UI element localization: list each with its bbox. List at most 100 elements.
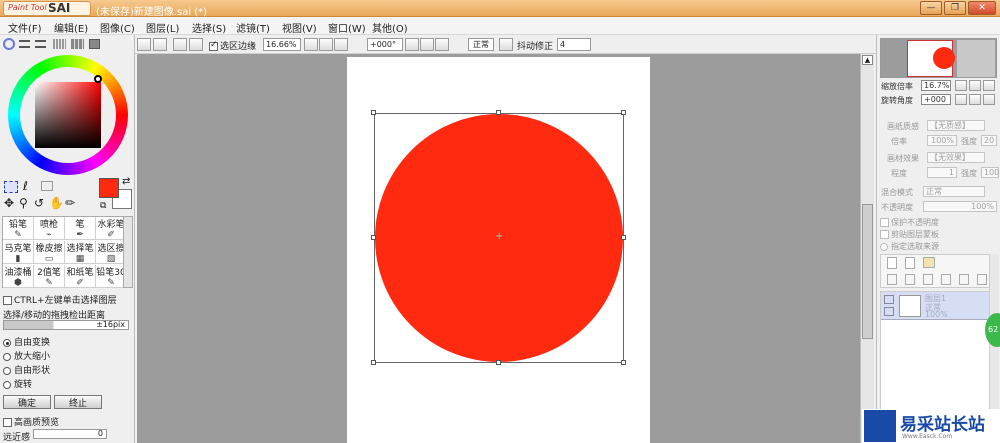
new-layer-icon[interactable] bbox=[887, 257, 897, 269]
blend-mode-field[interactable]: 正常 bbox=[468, 38, 494, 51]
hue-marker[interactable] bbox=[94, 75, 102, 83]
layer-row[interactable]: 图层1 正常 100% bbox=[881, 292, 996, 320]
selection-source-radio[interactable] bbox=[880, 242, 888, 251]
blend-mode-select[interactable]: 正常 bbox=[923, 186, 985, 197]
menu-other[interactable]: 其他(O) bbox=[372, 20, 408, 35]
redo-icon[interactable] bbox=[153, 38, 167, 51]
brush-select-pen[interactable]: 选择笔 ▦ bbox=[65, 241, 96, 264]
zoom-reset-icon[interactable] bbox=[334, 38, 348, 51]
ctrl-click-option[interactable]: CTRL+左键单击选择图层 bbox=[3, 293, 117, 306]
transform-handle-top[interactable] bbox=[496, 110, 501, 115]
zoom-field[interactable]: 16.66% bbox=[263, 38, 301, 51]
brush-grid-scrollbar[interactable] bbox=[123, 216, 133, 288]
color-wheel-tab-icon[interactable] bbox=[3, 38, 15, 50]
scale-value[interactable]: 100% bbox=[927, 135, 957, 146]
brush-pencil[interactable]: 铅笔 ✎ bbox=[3, 217, 34, 240]
canvas-vertical-scrollbar[interactable]: ▲ bbox=[860, 54, 874, 443]
rotate-reset-icon[interactable] bbox=[435, 38, 449, 51]
brush-washi[interactable]: 和纸笔 ✐ bbox=[65, 265, 96, 288]
menu-layer[interactable]: 图层(L) bbox=[146, 20, 179, 35]
menu-view[interactable]: 视图(V) bbox=[282, 20, 317, 35]
new-linework-layer-icon[interactable] bbox=[905, 257, 915, 269]
nav-zoom-reset-icon[interactable] bbox=[983, 80, 995, 91]
undo-icon[interactable] bbox=[137, 38, 151, 51]
rotate-right-icon[interactable] bbox=[420, 38, 434, 51]
flip-icon[interactable] bbox=[499, 38, 513, 51]
paper-texture-select[interactable]: 【无质感】 bbox=[927, 120, 985, 131]
transform-handle-right[interactable] bbox=[621, 235, 626, 240]
nav-zoom-out-icon[interactable] bbox=[955, 80, 967, 91]
new-folder-icon[interactable] bbox=[923, 257, 935, 268]
menu-window[interactable]: 窗口(W) bbox=[328, 20, 366, 35]
saturation-value-square[interactable] bbox=[35, 82, 101, 148]
mask-icon[interactable] bbox=[941, 274, 951, 285]
nav-rotate-value[interactable]: +000 bbox=[921, 94, 951, 105]
minimize-button[interactable]: — bbox=[920, 1, 942, 15]
lock-icon[interactable] bbox=[884, 307, 894, 316]
lasso-icon[interactable]: ℓ bbox=[23, 179, 28, 193]
radio[interactable] bbox=[3, 380, 11, 389]
nav-zoom-in-icon[interactable] bbox=[969, 80, 981, 91]
transform-handle-bottom[interactable] bbox=[496, 360, 501, 365]
nav-rotate-reset-icon[interactable] bbox=[983, 94, 995, 105]
radio-selected[interactable] bbox=[3, 338, 11, 347]
opacity-slider[interactable]: 100% bbox=[923, 201, 997, 212]
brush-eraser[interactable]: 橡皮擦 ▭ bbox=[34, 241, 65, 264]
cancel-button[interactable]: 终止 bbox=[54, 395, 102, 409]
zoom-icon[interactable]: ⚲ bbox=[19, 196, 28, 210]
scroll-up-icon[interactable]: ▲ bbox=[862, 55, 873, 65]
reset-colors-icon[interactable]: ⧉ bbox=[100, 201, 106, 211]
eyedropper-icon[interactable]: ✏ bbox=[65, 196, 75, 210]
perspective-slider[interactable]: 0 bbox=[33, 429, 107, 439]
merge-down-icon[interactable] bbox=[905, 274, 915, 285]
strength-value[interactable]: 20 bbox=[981, 135, 997, 146]
menu-filter[interactable]: 滤镜(T) bbox=[236, 20, 270, 35]
rotate-field[interactable]: +000° bbox=[367, 38, 403, 51]
stabilizer-select[interactable]: 4 bbox=[557, 38, 591, 51]
brush-binary-pen[interactable]: 2值笔 ✎ bbox=[34, 265, 65, 288]
nav-rotate-left-icon[interactable] bbox=[955, 94, 967, 105]
rgb-slider-tab-icon[interactable] bbox=[19, 40, 30, 48]
protect-opacity-option[interactable]: 保护不透明度 bbox=[880, 217, 939, 228]
selection-edge-checkbox[interactable] bbox=[209, 40, 218, 51]
protect-opacity-checkbox[interactable] bbox=[880, 218, 889, 227]
visibility-icon[interactable] bbox=[884, 295, 894, 304]
transform-distort[interactable]: 自由形状 bbox=[3, 364, 50, 378]
deselect-icon[interactable] bbox=[173, 38, 187, 51]
transfer-down-icon[interactable] bbox=[887, 274, 897, 285]
menu-edit[interactable]: 编辑(E) bbox=[54, 20, 88, 35]
transform-handle-tr[interactable] bbox=[621, 110, 626, 115]
degree-value[interactable]: 1 bbox=[927, 167, 957, 178]
rect-select-icon[interactable] bbox=[4, 181, 18, 193]
selection-source-option[interactable]: 指定选取来源 bbox=[880, 241, 939, 252]
transform-handle-bl[interactable] bbox=[371, 360, 376, 365]
brush-airbrush[interactable]: 喷枪 ⌁ bbox=[34, 217, 65, 240]
selection-edge-toggle[interactable]: 选区边缘 bbox=[209, 39, 256, 52]
transform-scale[interactable]: 放大缩小 bbox=[3, 350, 50, 364]
menu-file[interactable]: 文件(F) bbox=[8, 20, 42, 35]
brush-bucket[interactable]: 油漆桶 ⬢ bbox=[3, 265, 34, 288]
hq-preview-option[interactable]: 高画质预览 bbox=[3, 415, 59, 428]
zoom-out-icon[interactable] bbox=[304, 38, 318, 51]
close-button[interactable]: ✕ bbox=[968, 1, 996, 15]
swap-colors-icon[interactable]: ⇄ bbox=[122, 176, 130, 187]
primary-color-swatch[interactable] bbox=[99, 178, 119, 198]
hand-icon[interactable]: ✋ bbox=[49, 196, 64, 210]
radio[interactable] bbox=[3, 352, 11, 361]
rotate-left-icon[interactable] bbox=[405, 38, 419, 51]
hsv-slider-tab-icon[interactable] bbox=[35, 40, 46, 48]
menu-image[interactable]: 图像(C) bbox=[100, 20, 135, 35]
transform-rotate[interactable]: 旋转 bbox=[3, 378, 50, 392]
delete-layer-icon[interactable] bbox=[977, 274, 987, 285]
color-wheel[interactable] bbox=[8, 55, 128, 175]
strength2-value[interactable]: 100 bbox=[981, 167, 999, 178]
paper-effect-select[interactable]: 【无效果】 bbox=[927, 152, 985, 163]
zoom-in-icon[interactable] bbox=[319, 38, 333, 51]
hq-preview-checkbox[interactable] bbox=[3, 418, 12, 427]
restore-button[interactable]: ❐ bbox=[944, 1, 966, 15]
transform-handle-br[interactable] bbox=[621, 360, 626, 365]
palette-tab-icon[interactable] bbox=[53, 39, 66, 49]
brush-pen[interactable]: 笔 ✒ bbox=[65, 217, 96, 240]
swatch-tab-icon[interactable] bbox=[71, 39, 84, 49]
menu-select[interactable]: 选择(S) bbox=[192, 20, 226, 35]
